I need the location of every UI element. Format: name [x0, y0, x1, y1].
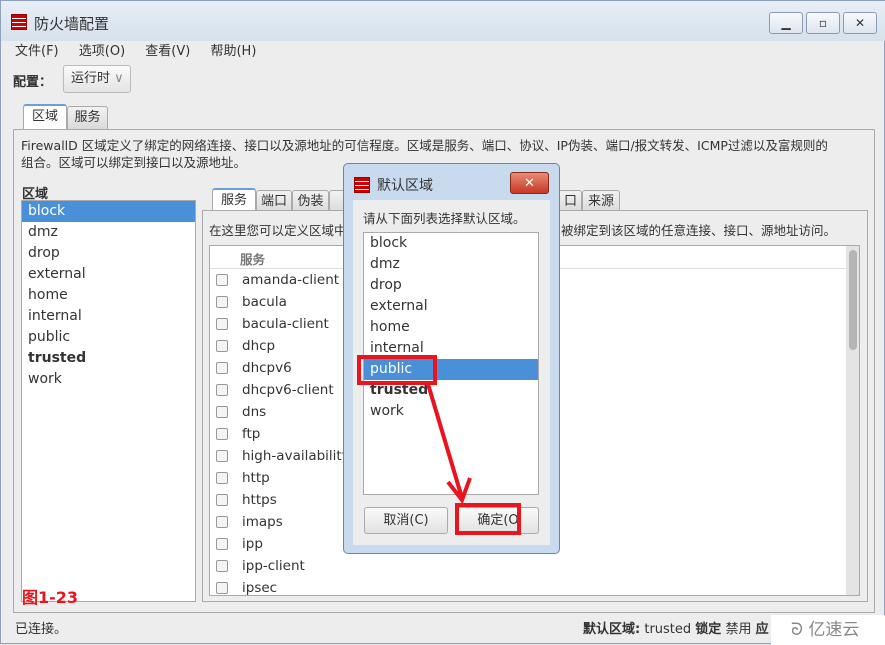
- annotation-arrow: [426, 383, 472, 505]
